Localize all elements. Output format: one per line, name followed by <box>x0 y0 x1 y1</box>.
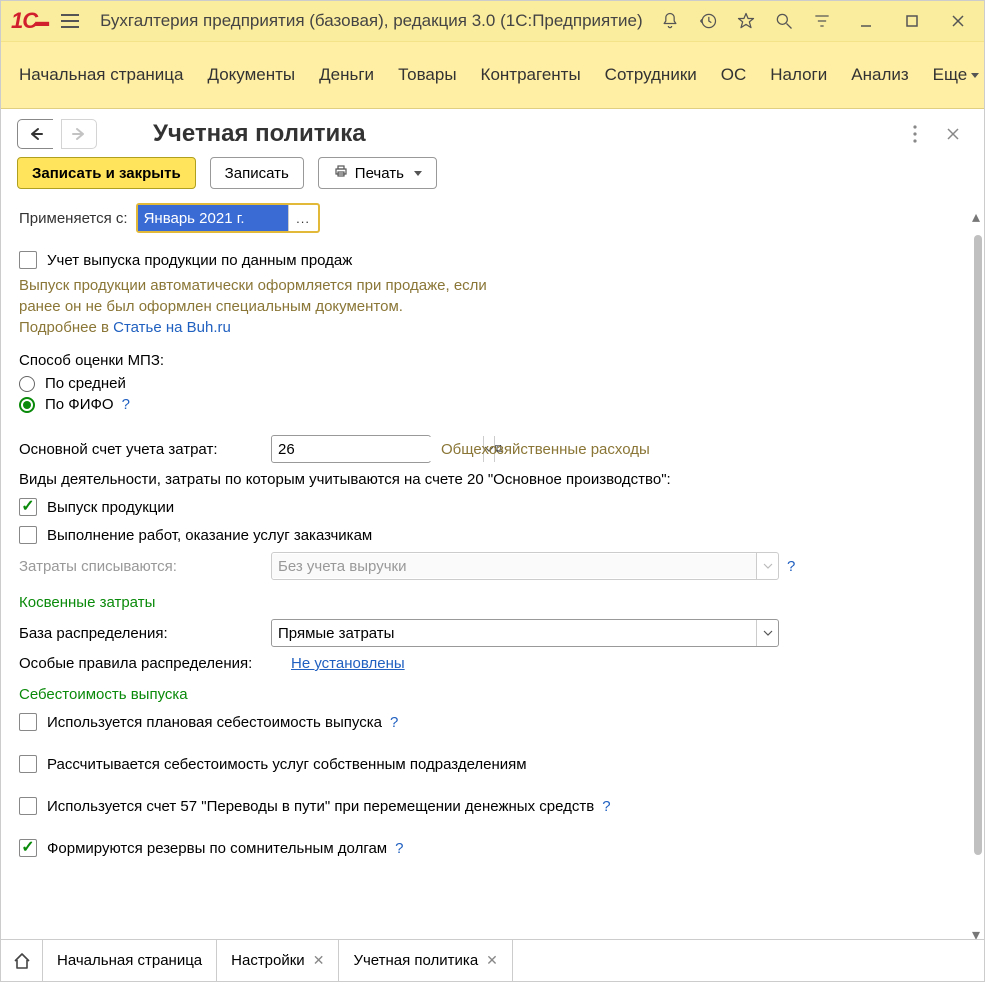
chk-internal-services-label: Рассчитывается себестоимость услуг собст… <box>47 756 527 773</box>
menu-documents[interactable]: Документы <box>208 65 296 85</box>
scrollbar-thumb[interactable] <box>974 235 982 855</box>
chk-internal-services[interactable] <box>19 755 37 773</box>
write-and-close-button[interactable]: Записать и закрыть <box>17 157 196 189</box>
applies-from-field: ... <box>136 203 320 233</box>
tab-settings-label: Настройки <box>231 952 305 969</box>
menu-more[interactable]: Еще <box>933 65 980 85</box>
chk-reserves[interactable] <box>19 839 37 857</box>
buh-article-link[interactable]: Статье на Buh.ru <box>113 319 231 336</box>
print-button[interactable]: Печать <box>318 157 437 189</box>
nav-back-button[interactable] <box>17 119 53 149</box>
page-header: Учетная политика <box>1 109 984 157</box>
chk-plan-cost-label: Используется плановая себестоимость выпу… <box>47 714 382 731</box>
menu-hamburger-icon[interactable] <box>54 5 86 37</box>
chk-output-by-sales[interactable] <box>19 251 37 269</box>
chk-account57[interactable] <box>19 797 37 815</box>
main-cost-account-label: Основной счет учета затрат: <box>19 441 271 458</box>
help-reserves-icon[interactable]: ? <box>395 840 403 857</box>
help-account57-icon[interactable]: ? <box>602 798 610 815</box>
menubar: Начальная страница Документы Деньги Това… <box>1 41 984 109</box>
costs-writeoff-label: Затраты списываются: <box>19 558 271 575</box>
mpz-method-label: Способ оценки МПЗ: <box>19 352 956 369</box>
page-title: Учетная политика <box>153 120 366 148</box>
main-cost-account-hint: Общехозяйственные расходы <box>441 441 650 458</box>
bottom-tabs: Начальная страница Настройки ✕ Учетная п… <box>1 939 984 981</box>
chk-plan-cost[interactable] <box>19 713 37 731</box>
menu-contractors[interactable]: Контрагенты <box>481 65 581 85</box>
tab-settings[interactable]: Настройки ✕ <box>217 940 339 981</box>
scroll-down-icon[interactable]: ▾ <box>972 925 982 935</box>
search-icon[interactable] <box>766 5 802 37</box>
tab-accounting-policy-close-icon[interactable]: ✕ <box>486 952 498 969</box>
dist-base-dropdown-icon[interactable] <box>756 620 778 646</box>
dist-base-input[interactable] <box>272 621 756 645</box>
menu-taxes[interactable]: Налоги <box>770 65 827 85</box>
chk-production[interactable] <box>19 498 37 516</box>
help-fifo-icon[interactable]: ? <box>122 396 130 413</box>
window-minimize[interactable] <box>846 5 886 37</box>
special-rules-label: Особые правила распределения: <box>19 655 291 672</box>
chk-production-label: Выпуск продукции <box>47 499 174 516</box>
nav-forward-button[interactable] <box>61 119 97 149</box>
chk-account57-label: Используется счет 57 "Переводы в пути" п… <box>47 798 594 815</box>
history-icon[interactable] <box>690 5 726 37</box>
activities-label: Виды деятельности, затраты по которым уч… <box>19 471 956 488</box>
menu-money[interactable]: Деньги <box>319 65 374 85</box>
help-plan-cost-icon[interactable]: ? <box>390 714 398 731</box>
radio-mpz-average[interactable] <box>19 376 35 392</box>
chk-services[interactable] <box>19 526 37 544</box>
filter-icon[interactable] <box>804 5 840 37</box>
indirect-costs-section: Косвенные затраты <box>19 594 956 611</box>
chk-reserves-label: Формируются резервы по сомнительным долг… <box>47 840 387 857</box>
content-area: Применяется с: ... Учет выпуска продукци… <box>1 203 984 939</box>
tab-start-page-label: Начальная страница <box>57 952 202 969</box>
costs-writeoff-combo <box>271 552 779 580</box>
menu-assets[interactable]: ОС <box>721 65 747 85</box>
output-hint: Выпуск продукции автоматически оформляет… <box>19 275 956 338</box>
costs-writeoff-input <box>272 554 756 578</box>
radio-mpz-average-label: По средней <box>45 375 126 392</box>
radio-mpz-fifo[interactable] <box>19 397 35 413</box>
costs-writeoff-dropdown-icon <box>756 553 778 579</box>
printer-icon <box>333 163 349 183</box>
menu-start[interactable]: Начальная страница <box>19 65 184 85</box>
print-button-label: Печать <box>355 165 404 182</box>
close-page-icon[interactable] <box>938 119 968 149</box>
tab-start-page[interactable]: Начальная страница <box>43 940 217 981</box>
home-tab-icon[interactable] <box>1 940 43 981</box>
notifications-icon[interactable] <box>652 5 688 37</box>
tab-settings-close-icon[interactable]: ✕ <box>313 952 325 969</box>
main-cost-account-combo: ⧉ <box>271 435 431 463</box>
radio-mpz-fifo-label: По ФИФО <box>45 396 114 413</box>
tab-accounting-policy-label: Учетная политика <box>353 952 478 969</box>
applies-from-picker-button[interactable]: ... <box>288 205 318 231</box>
toolbar: Записать и закрыть Записать Печать <box>1 157 984 203</box>
menu-goods[interactable]: Товары <box>398 65 456 85</box>
chk-services-label: Выполнение работ, оказание услуг заказчи… <box>47 527 372 544</box>
scroll-up-icon[interactable]: ▴ <box>972 207 982 217</box>
app-logo: 1C▬ <box>11 8 48 34</box>
menu-analysis[interactable]: Анализ <box>851 65 908 85</box>
special-rules-link[interactable]: Не установлены <box>291 655 405 672</box>
applies-from-input[interactable] <box>138 205 288 231</box>
dist-base-label: База распределения: <box>19 625 271 642</box>
titlebar: 1C▬ Бухгалтерия предприятия (базовая), р… <box>1 1 984 41</box>
window-close[interactable] <box>938 5 978 37</box>
chk-output-by-sales-label: Учет выпуска продукции по данным продаж <box>47 252 352 269</box>
app-title: Бухгалтерия предприятия (базовая), редак… <box>100 11 646 31</box>
window-maximize[interactable] <box>892 5 932 37</box>
favorites-icon[interactable] <box>728 5 764 37</box>
tab-accounting-policy[interactable]: Учетная политика ✕ <box>339 940 512 981</box>
dist-base-combo <box>271 619 779 647</box>
applies-from-label: Применяется с: <box>19 210 128 227</box>
help-writeoff-icon[interactable]: ? <box>787 558 795 575</box>
more-actions-icon[interactable] <box>900 119 930 149</box>
menu-employees[interactable]: Сотрудники <box>605 65 697 85</box>
write-button[interactable]: Записать <box>210 157 304 189</box>
cost-of-output-section: Себестоимость выпуска <box>19 686 956 703</box>
